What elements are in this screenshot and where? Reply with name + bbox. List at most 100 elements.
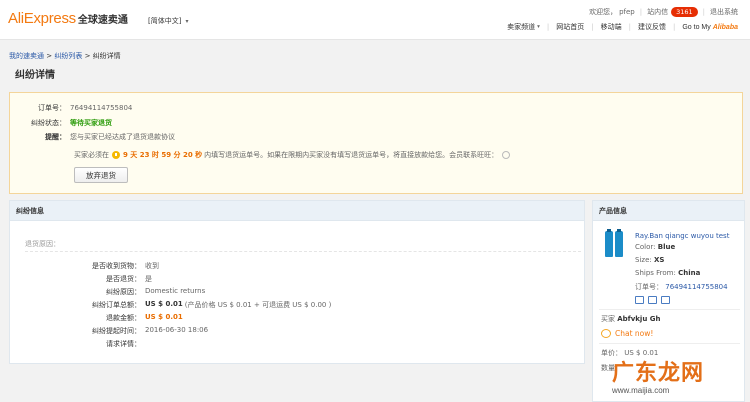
order-label: 订单号： xyxy=(635,283,663,291)
top-header: AliExpress 全球速卖通 [简体中文] ▾ 欢迎您， pfep | 站内… xyxy=(0,0,750,40)
detail-label: 退款金额： xyxy=(106,314,141,322)
remind-value: 您与买家已经达成了退货退款协议 xyxy=(70,133,175,141)
product-name-row: Ray.Ban qiangc wuyou test xyxy=(635,232,729,240)
order-label: 订单号： xyxy=(38,104,66,112)
product-actions xyxy=(635,296,670,304)
nav-mobile[interactable]: 移动端 xyxy=(601,22,622,32)
order-total-value: US $ 0.01 xyxy=(145,300,183,308)
breadcrumb-current: 纠纷详情 xyxy=(92,52,121,60)
divider: | xyxy=(546,23,550,31)
chat-label: Chat now! xyxy=(615,329,654,338)
product-color-row: Color: Blue xyxy=(635,243,675,251)
detail-value: 收到 xyxy=(145,262,159,270)
language-label: [简体中文] xyxy=(148,17,182,25)
detail-row: 纠纷原因： Domestic returns xyxy=(10,287,205,297)
divider xyxy=(599,309,740,310)
nav-home[interactable]: 网站首页 xyxy=(556,22,584,32)
detail-label: 纠纷订单总额： xyxy=(92,301,141,309)
alibaba-brand: Alibaba xyxy=(712,23,738,31)
detail-label: 纠纷提起时间： xyxy=(92,327,141,335)
divider: | xyxy=(591,23,594,31)
panel-header: 产品信息 xyxy=(593,201,744,221)
divider: | xyxy=(672,23,676,31)
ships-value: China xyxy=(678,269,701,277)
detail-label: 是否收到货物： xyxy=(92,262,141,270)
breadcrumb: 我的速卖通 > 纠纷列表 > 纠纷详情 xyxy=(9,51,121,61)
abandon-return-button[interactable]: 放弃退货 xyxy=(74,167,128,183)
status-row: 纠纷状态： 等待买家退货 xyxy=(10,118,112,128)
language-selector[interactable]: [简体中文] ▾ xyxy=(148,16,188,26)
deadline-row: 买家必须在 9 天 23 时 59 分 20 秒 内填写退货运单号。如果在限期内… xyxy=(74,150,511,160)
detail-row: 纠纷提起时间： 2016-06-30 18:06 xyxy=(10,326,208,336)
ships-label: Ships From: xyxy=(635,269,676,277)
product-order-row: 订单号： 76494114755804 xyxy=(635,282,728,292)
detail-row: 纠纷订单总额： US $ 0.01 (产品价格 US $ 0.01 + 可退运费… xyxy=(10,300,331,310)
detail-row: 是否收到货物： 收到 xyxy=(10,261,159,271)
status-label: 纠纷状态： xyxy=(31,119,66,127)
breadcrumb-list[interactable]: 纠纷列表 xyxy=(54,52,82,60)
detail-row: 请求详情： xyxy=(10,339,145,349)
remind-row: 提醒： 您与买家已经达成了退货退款协议 xyxy=(10,132,175,142)
logout-link[interactable]: 退出系统 xyxy=(710,7,738,17)
chat-now-button[interactable]: Chat now! xyxy=(601,329,653,338)
size-value: XS xyxy=(653,256,665,264)
goto-alibaba-link[interactable]: Go to My Alibaba xyxy=(682,24,738,31)
refund-amount-value: US $ 0.01 xyxy=(145,313,183,321)
breadcrumb-sep: > xyxy=(46,52,53,60)
deadline-suffix: 内填写退货运单号。如果在限期内买家没有填写退货运单号，将直接放款给您。 xyxy=(204,151,450,159)
inbox-link[interactable]: 站内信 xyxy=(647,7,668,17)
top-nav: 卖家频道 ▾ | 网站首页 | 移动端 | 建议反馈 | Go to My Al… xyxy=(507,22,738,32)
welcome-text: 欢迎您， xyxy=(589,8,618,16)
deadline-prefix: 买家必须在 xyxy=(74,151,109,159)
divider: | xyxy=(639,8,643,16)
watermark: 广东龙网 www.maijia.com xyxy=(612,355,750,402)
inbox-count-badge[interactable]: 3161 xyxy=(671,7,698,17)
image-icon[interactable] xyxy=(648,296,657,304)
watermark-text: 广东龙网 xyxy=(612,361,705,386)
logo-text-en: AliExpress xyxy=(8,10,76,27)
bottle-icon xyxy=(615,229,623,257)
color-label: Color: xyxy=(635,243,656,251)
detail-value: Domestic returns xyxy=(145,287,206,295)
panel-header: 纠纷信息 xyxy=(10,201,584,221)
size-label: Size: xyxy=(635,256,652,264)
aliexpress-logo[interactable]: AliExpress 全球速卖通 xyxy=(8,10,128,30)
page-title: 纠纷详情 xyxy=(15,70,55,81)
divider: | xyxy=(702,8,705,16)
bottle-icon xyxy=(605,229,613,257)
username: pfep xyxy=(619,8,635,16)
contact-label: 会员联系旺旺： xyxy=(449,151,499,159)
chat-icon xyxy=(601,329,611,338)
logo-text-cn: 全球速卖通 xyxy=(77,15,128,26)
nav-feedback[interactable]: 建议反馈 xyxy=(638,22,666,32)
detail-value: 是 xyxy=(145,275,152,283)
product-ships-row: Ships From: China xyxy=(635,269,700,277)
detail-label: 请求详情： xyxy=(106,340,141,348)
breadcrumb-sep: > xyxy=(84,52,91,60)
wangwang-icon[interactable] xyxy=(502,151,511,159)
buyer-label: 买家 xyxy=(601,315,615,323)
detail-label: 纠纷原因： xyxy=(106,288,141,296)
detail-value: 2016-06-30 18:06 xyxy=(145,326,209,334)
buyer-name: Abfvkju Gh xyxy=(617,315,661,323)
watermark-url: www.maijia.com xyxy=(612,386,670,395)
chevron-down-icon: ▾ xyxy=(537,24,540,30)
message-icon[interactable] xyxy=(661,296,670,304)
divider xyxy=(25,251,581,252)
nav-seller-channel[interactable]: 卖家频道 xyxy=(507,22,535,32)
detail-row: 退款金额： US $ 0.01 xyxy=(10,313,183,323)
countdown-timer: 9 天 23 时 59 分 20 秒 xyxy=(123,151,203,159)
return-reason-label: 退货原因： xyxy=(25,240,60,248)
order-link[interactable]: 76494114755804 xyxy=(665,283,727,291)
remind-label: 提醒： xyxy=(45,133,66,141)
detail-row: 是否退货： 是 xyxy=(10,274,152,284)
product-name-link[interactable]: Ray.Ban qiangc wuyou test xyxy=(635,232,729,240)
detail-label: 是否退货： xyxy=(106,275,141,283)
product-image[interactable] xyxy=(605,229,625,259)
buyer-row: 买家 Abfvkju Gh xyxy=(601,314,660,324)
divider xyxy=(599,343,740,344)
breadcrumb-home[interactable]: 我的速卖通 xyxy=(9,52,44,60)
chevron-down-icon: ▾ xyxy=(185,17,189,25)
snapshot-icon[interactable] xyxy=(635,296,644,304)
status-value: 等待买家退货 xyxy=(70,119,112,127)
